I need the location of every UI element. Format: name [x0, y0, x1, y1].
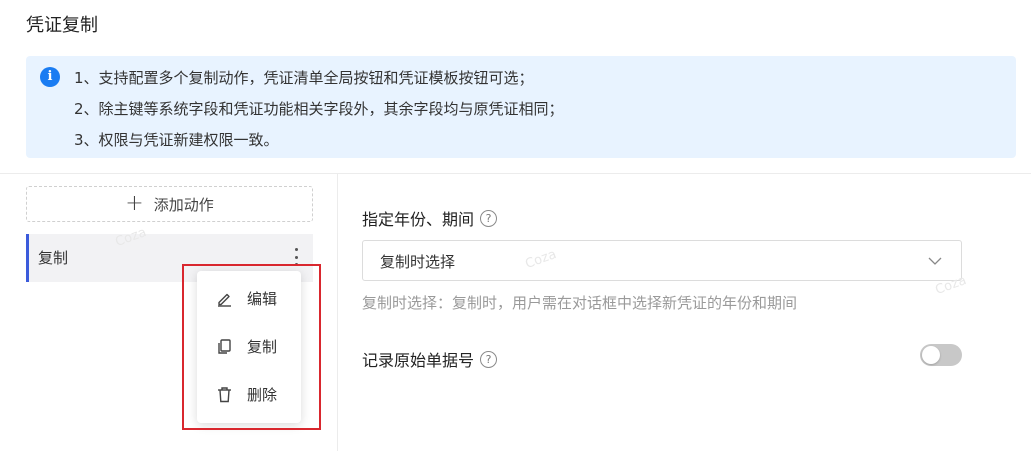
notice-line: 3、权限与凭证新建权限一致。: [74, 131, 279, 149]
menu-item-label: 删除: [247, 386, 278, 404]
period-label-text: 指定年份、期间: [362, 210, 475, 229]
period-field-label: 指定年份、期间 ?: [362, 206, 498, 230]
panel-divider: [337, 174, 338, 451]
more-vertical-icon[interactable]: [293, 248, 299, 266]
menu-item-label: 复制: [247, 338, 278, 356]
chevron-down-icon: [928, 257, 942, 265]
record-source-label: 记录原始单据号 ?: [362, 347, 498, 371]
action-item-label: 复制: [38, 249, 69, 267]
edit-icon: [218, 293, 231, 307]
record-source-toggle[interactable]: [920, 344, 962, 366]
record-source-label-text: 记录原始单据号: [362, 351, 475, 370]
period-hint: 复制时选择：复制时，用户需在对话框中选择新凭证的年份和期间: [362, 294, 798, 312]
action-context-menu: 编辑 复制 删除: [197, 271, 301, 423]
info-notice: i 1、支持配置多个复制动作，凭证清单全局按钮和凭证模板按钮可选； 2、除主键等…: [26, 56, 1016, 158]
notice-text: 1、支持配置多个复制动作，凭证清单全局按钮和凭证模板按钮可选； 2、除主键等系统…: [74, 63, 564, 156]
notice-line: 1、支持配置多个复制动作，凭证清单全局按钮和凭证模板按钮可选；: [74, 69, 534, 87]
period-select[interactable]: 复制时选择: [362, 240, 962, 281]
trash-icon: [218, 387, 231, 403]
toggle-knob: [922, 346, 940, 364]
notice-line: 2、除主键等系统字段和凭证功能相关字段外，其余字段均与原凭证相同；: [74, 100, 564, 118]
question-icon[interactable]: ?: [480, 209, 498, 227]
period-select-value: 复制时选择: [380, 253, 456, 271]
section-divider: [0, 173, 1031, 174]
info-icon: i: [40, 67, 60, 87]
menu-item-copy[interactable]: 复制: [197, 329, 301, 363]
page-title: 凭证复制: [26, 15, 98, 36]
menu-item-label: 编辑: [247, 290, 278, 308]
copy-icon: [218, 339, 231, 354]
add-action-button[interactable]: + 添加动作: [26, 186, 313, 222]
menu-item-delete[interactable]: 删除: [197, 377, 301, 411]
add-action-label: 添加动作: [153, 195, 214, 214]
voucher-copy-page: 凭证复制 i 1、支持配置多个复制动作，凭证清单全局按钮和凭证模板按钮可选； 2…: [0, 0, 1031, 451]
plus-icon: +: [125, 191, 144, 216]
question-icon[interactable]: ?: [480, 350, 498, 368]
menu-item-edit[interactable]: 编辑: [197, 281, 301, 315]
